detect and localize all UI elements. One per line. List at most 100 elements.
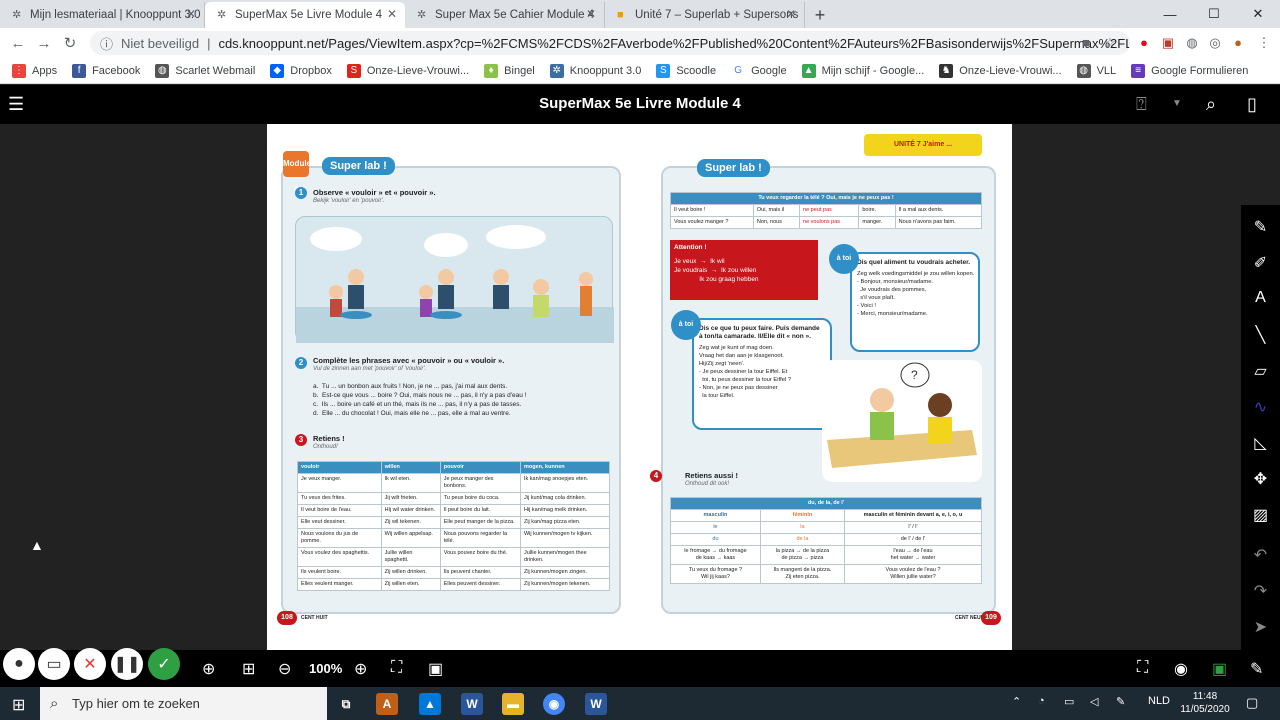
back-icon[interactable]: ← [5,35,31,52]
camera-icon[interactable]: ■ [1076,33,1096,53]
word-icon[interactable]: W [461,693,483,715]
close-tab-icon[interactable]: ✕ [186,7,196,21]
facebook-icon: f [72,63,87,78]
exercise-4-title: Retiens aussi ! [685,471,738,480]
pointer-icon[interactable]: ➤ [1241,617,1280,637]
pause-icon[interactable]: ❚❚ [111,648,143,680]
navigate-icon[interactable]: ⊕ [202,659,215,679]
task-view-icon[interactable]: ⧉ [335,693,357,715]
zoom-out-icon[interactable]: ⊖ [278,659,291,679]
bookmark-scarlet[interactable]: ◍ Scarlet Webmail [155,63,255,78]
table-row: Elles veulent manger. Zij willen eten. Ell… [297,578,611,591]
clock[interactable]: 11:48 11/05/2020 [1180,690,1230,716]
zoom-in-icon[interactable]: ⊕ [354,659,367,679]
freehand-icon[interactable]: ∿ [1241,397,1280,417]
pinterest-icon[interactable]: ● [1134,33,1154,53]
bookmark-olv-1[interactable]: S Onze-Lieve-Vrouwi... [346,63,469,78]
table-row: Il veut boire ! Oui, mais il ne peut pas bo… [670,204,983,217]
close-tab-icon[interactable]: ✕ [586,7,596,21]
line-tool-icon[interactable]: ╲ [1241,325,1280,345]
extension-icon[interactable]: ◍ [1182,33,1202,53]
photos-icon[interactable]: ▲ [419,693,441,715]
save-icon[interactable]: ▣ [1212,659,1227,679]
bookmark-bingel[interactable]: ♦ Bingel [484,63,535,78]
triangle-ruler-icon[interactable]: ◺ [1241,433,1280,453]
chrome-icon[interactable]: ◉ [543,693,565,715]
battery-icon[interactable]: ▭ [1064,695,1074,708]
tab-mijn-lesmateriaal[interactable]: ✲ Mijn lesmateriaal | Knooppunt 3.0 ✕ [0,2,205,28]
file-explorer-icon[interactable]: ▬ [502,693,524,715]
volume-icon[interactable]: ◁ [1090,695,1098,708]
pen-icon[interactable]: ✎ [1250,659,1263,679]
a-toi-badge: à toi [829,244,859,274]
minimize-button[interactable]: — [1148,0,1192,28]
eye-icon[interactable]: ◉ [1174,659,1188,679]
chevron-down-icon[interactable]: ▼ [1172,98,1182,109]
app-icon[interactable]: A [376,693,398,715]
avatar[interactable]: ● [1228,33,1248,53]
help-icon[interactable]: ⍰ [1136,94,1147,115]
text-tool-icon[interactable]: A [1241,289,1280,307]
word-icon[interactable]: W [585,693,607,715]
network-icon[interactable]: ◔ [1038,695,1045,707]
forward-icon[interactable]: → [31,35,57,52]
highlighter-icon[interactable]: ✐ [1241,253,1280,273]
bookmark-star-icon[interactable]: ☆ [1100,33,1120,53]
maximize-button[interactable]: ☐ [1192,0,1236,28]
unit-banner: UNITÉ 7 J'aime ... [864,134,982,156]
taskbar-search[interactable]: ⌕ Typ hier om te zoeken [40,687,327,720]
close-tab-icon[interactable]: ✕ [387,7,397,21]
windows-start-icon[interactable]: ⊞ [12,695,25,715]
gallery-icon[interactable]: ▣ [428,659,443,679]
bookmark-scoodle[interactable]: S Scoodle [656,63,716,78]
pencil-icon[interactable]: ✎ [1241,217,1280,237]
bookmark-olv-2[interactable]: ♞ Onze-Lieve-Vrouwi... [939,63,1062,78]
bookmark-icon[interactable]: ▯ [1247,94,1257,115]
bookmark-forms[interactable]: ≡ Google Formulieren [1131,63,1248,78]
close-window-button[interactable]: ✕ [1236,0,1280,28]
fit-icon[interactable]: ⛶ [391,659,402,677]
bookmark-apps[interactable]: ⋮ Apps [12,63,57,78]
eraser-icon[interactable]: ▱ [1241,361,1280,381]
new-tab-button[interactable]: + [805,2,835,28]
chevron-up-icon[interactable]: ⌃ [1012,695,1021,708]
move-icon[interactable]: ✥ [1241,469,1280,489]
page-tree-icon[interactable]: ⊞ [242,659,255,679]
tab-supermax-cahier[interactable]: ✲ Super Max 5e Cahier Module 4 ✕ [405,2,605,28]
exercise-2-line: c. Ils ... boire un café et un thé, mais… [313,401,522,408]
exercise-1-subtitle: Bekijk 'vouloir' en 'pouvoir'. [313,198,385,204]
chat-bubble-icon[interactable]: ● [3,648,35,680]
image-icon[interactable]: ▨ [1241,505,1280,525]
address-bar[interactable]: ⓘ Niet beveiligd | cds.knooppunt.net/Pag… [90,31,1130,55]
exercise-4-subtitle: Onthoud dit ook! [685,481,730,487]
pen-tray-icon[interactable]: ✎ [1116,695,1125,708]
search-icon[interactable]: ⌕ [1206,94,1216,115]
undo-icon[interactable]: ↶ [1241,545,1280,565]
redo-icon[interactable]: ↷ [1241,581,1280,601]
extension-icon[interactable]: ▣ [1158,33,1178,53]
bookmark-drive[interactable]: ▲ Mijn schijf - Google... [801,63,924,78]
close-tab-icon[interactable]: ✕ [786,7,796,21]
language-indicator[interactable]: NLD [1148,695,1170,707]
bookmark-knooppunt[interactable]: ✲ Knooppunt 3.0 [549,63,641,78]
bookmark-facebook[interactable]: f Facebook [72,63,140,78]
stop-recording-icon[interactable]: ✕ [74,648,106,680]
bookmarks-bar: ⋮ Apps f Facebook ◍ Scarlet Webmail ◆ Dropbo… [0,58,1280,84]
screen-share-icon[interactable]: ▭ [38,648,70,680]
book-spread[interactable]: Module 4 Super lab ! 1 Observe « vouloir… [267,124,1012,651]
menu-dots-icon[interactable]: ⋮ [1254,33,1274,53]
extension-icon[interactable]: ◎ [1205,33,1225,53]
forms-icon: ≡ [1131,63,1146,78]
tab-supermax-livre[interactable]: ✲ SuperMax 5e Livre Module 4 ✕ [205,2,405,28]
confirm-icon[interactable]: ✓ [148,648,180,680]
tab-unite-7[interactable]: ■ Unité 7 – Superlab + Supersons ✕ [605,2,805,28]
articles-table: du, de la, de l' masculin féminin masculin… [670,497,983,584]
notifications-icon[interactable]: ▢ [1246,695,1258,711]
a-toi-badge: à toi [671,310,701,340]
exercise-number-1: 1 [295,187,307,199]
bookmark-vll[interactable]: ◍ VLL [1076,63,1116,78]
bookmark-google[interactable]: G Google [731,63,787,78]
reload-icon[interactable]: ↻ [57,34,83,52]
fullscreen-icon[interactable]: ⛶ [1137,659,1148,677]
bookmark-dropbox[interactable]: ◆ Dropbox [270,63,332,78]
